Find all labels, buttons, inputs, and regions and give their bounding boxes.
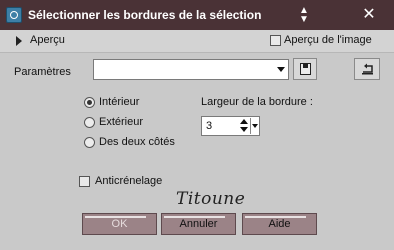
app-icon [6,7,22,23]
save-preset-button[interactable] [293,58,317,80]
decrement-icon[interactable] [240,127,248,132]
both-sides-label[interactable]: Des deux côtés [99,136,175,148]
stepper-arrows[interactable] [238,118,249,134]
reset-icon [362,63,373,75]
increment-icon[interactable] [240,119,248,124]
cancel-button[interactable]: Annuler [161,213,236,235]
dialog-window: Sélectionner les bordures de la sélectio… [0,0,394,250]
preview-bar: Aperçu Aperçu de l'image [0,30,394,53]
disk-icon [300,63,311,75]
ok-button[interactable]: OK [82,213,157,235]
reset-button[interactable] [354,58,380,80]
title-bar: Sélectionner les bordures de la sélectio… [0,0,394,30]
interior-radio[interactable] [84,97,95,108]
interior-label[interactable]: Intérieur [99,96,139,108]
preview-toggle-label[interactable]: Aperçu [30,34,65,46]
exterior-radio[interactable] [84,117,95,128]
border-width-label: Largeur de la bordure : [201,96,313,108]
chevron-down-icon[interactable] [277,67,285,72]
watermark-signature: Titoune [176,189,246,209]
expand-preview-icon[interactable] [16,36,22,46]
both-sides-radio[interactable] [84,137,95,148]
close-icon[interactable]: ✕ [359,6,379,24]
exterior-label[interactable]: Extérieur [99,116,143,128]
presets-label: Paramètres [14,66,71,78]
antialias-checkbox[interactable] [79,176,90,187]
stepper-dropdown-icon[interactable] [250,118,259,134]
border-width-stepper[interactable]: 3 [201,116,260,136]
preview-image-label[interactable]: Aperçu de l'image [284,34,372,46]
antialias-label[interactable]: Anticrénelage [95,175,162,187]
window-title: Sélectionner les bordures de la sélectio… [28,8,262,22]
pin-icon[interactable]: ▲ ▼ [296,6,312,25]
preview-image-checkbox[interactable] [270,35,281,46]
preset-dropdown[interactable] [93,59,289,80]
border-width-value[interactable]: 3 [206,120,212,132]
help-button[interactable]: Aide [242,213,317,235]
